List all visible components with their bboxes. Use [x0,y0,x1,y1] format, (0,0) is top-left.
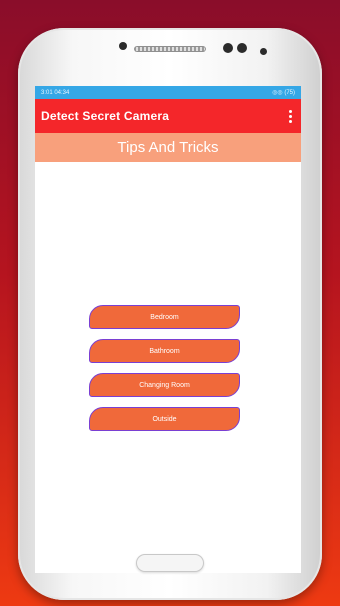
earpiece-speaker [134,46,206,52]
home-button[interactable] [136,554,204,572]
app-bar: Detect Secret Camera [35,99,301,133]
tips-banner: Tips And Tricks [35,133,301,162]
front-camera [260,48,267,55]
more-vert-icon[interactable] [285,109,295,123]
sensor-dot [119,42,127,50]
changing-room-button[interactable]: Changing Room [89,373,240,397]
outside-button[interactable]: Outside [89,407,240,431]
room-button-list: Bedroom Bathroom Changing Room Outside [89,305,240,441]
status-icons: ◎◎ (75) [272,90,295,96]
status-bar: 3:01 04:34 ◎◎ (75) [35,86,301,99]
bathroom-button[interactable]: Bathroom [89,339,240,363]
sensor-dot [237,43,247,53]
sensor-dot [223,43,233,53]
bedroom-button[interactable]: Bedroom [89,305,240,329]
status-time: 3:01 04:34 [41,89,70,96]
app-title: Detect Secret Camera [41,109,170,123]
app-screen: 3:01 04:34 ◎◎ (75) Detect Secret Camera … [35,86,301,573]
phone-frame: 3:01 04:34 ◎◎ (75) Detect Secret Camera … [18,28,322,600]
